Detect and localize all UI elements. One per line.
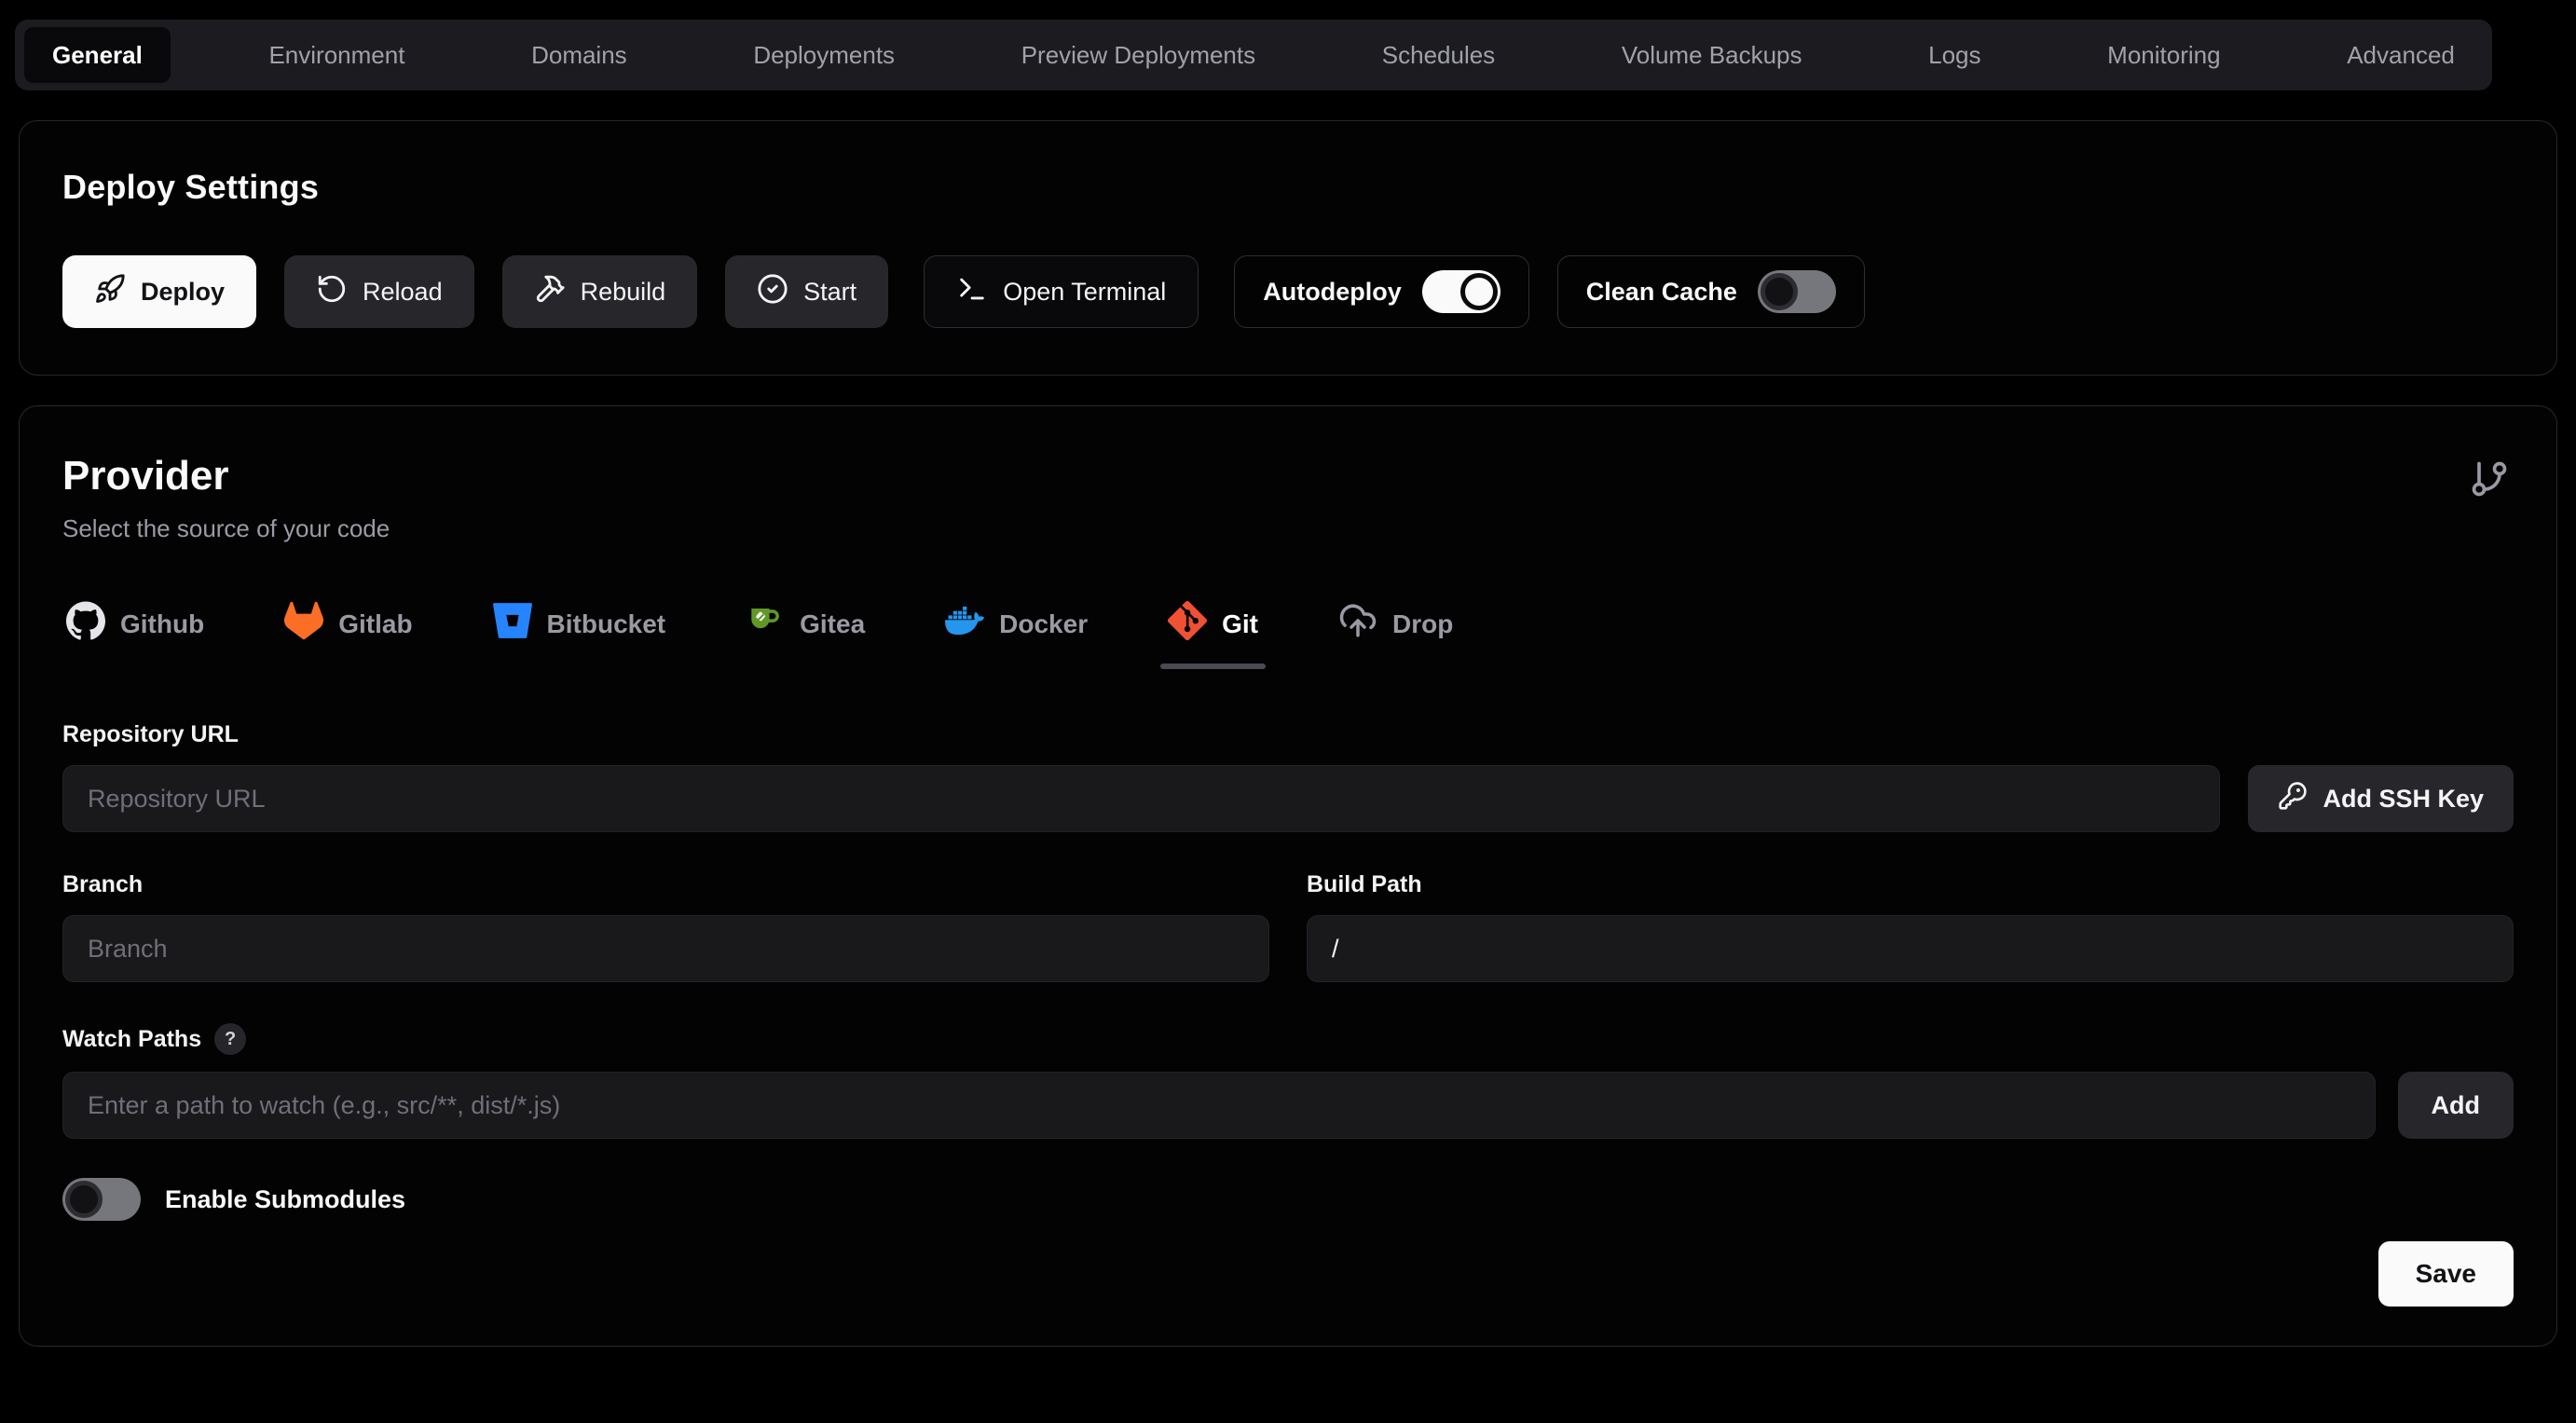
start-button[interactable]: Start — [725, 255, 888, 328]
tab-monitoring[interactable]: Monitoring — [2079, 27, 2248, 83]
tab-deployments[interactable]: Deployments — [725, 27, 923, 83]
provider-tab-github[interactable]: Github — [62, 601, 208, 669]
autodeploy-switch-knob — [1460, 273, 1498, 310]
provider-tab-docker[interactable]: Docker — [941, 601, 1091, 669]
provider-tab-git[interactable]: Git — [1164, 601, 1262, 669]
autodeploy-switch[interactable] — [1422, 270, 1500, 313]
repository-url-input[interactable] — [62, 765, 2220, 832]
autodeploy-label: Autodeploy — [1263, 278, 1402, 307]
provider-tab-git-label: Git — [1222, 609, 1258, 639]
provider-subtitle: Select the source of your code — [62, 514, 390, 543]
tab-volume-backups[interactable]: Volume Backups — [1594, 27, 1830, 83]
provider-tab-gitea-label: Gitea — [800, 609, 865, 639]
add-ssh-key-label: Add SSH Key — [2323, 785, 2484, 814]
refresh-icon — [316, 273, 348, 311]
start-button-label: Start — [803, 278, 856, 307]
tab-advanced[interactable]: Advanced — [2319, 27, 2483, 83]
enable-submodules-switch-knob — [65, 1181, 103, 1218]
watch-path-input[interactable] — [62, 1072, 2376, 1139]
provider-tab-bitbucket-label: Bitbucket — [547, 609, 666, 639]
tab-environment[interactable]: Environment — [240, 27, 432, 83]
rebuild-button[interactable]: Rebuild — [502, 255, 698, 328]
tab-general[interactable]: General — [24, 27, 171, 83]
git-branch-icon — [2469, 458, 2510, 504]
branch-label: Branch — [62, 871, 1269, 898]
enable-submodules-control: Enable Submodules — [62, 1178, 2514, 1221]
build-path-field: Build Path — [1307, 871, 2514, 982]
provider-tab-drop[interactable]: Drop — [1335, 601, 1457, 669]
provider-tab-gitlab-label: Gitlab — [338, 609, 412, 639]
hammer-icon — [534, 273, 566, 311]
github-icon — [66, 601, 105, 647]
provider-card: Provider Select the source of your code … — [19, 405, 2557, 1347]
provider-tab-docker-label: Docker — [999, 609, 1088, 639]
help-icon[interactable]: ? — [214, 1023, 246, 1055]
deploy-button[interactable]: Deploy — [62, 255, 256, 328]
tab-domains[interactable]: Domains — [503, 27, 655, 83]
provider-heading-group: Provider Select the source of your code — [62, 453, 390, 543]
reload-button[interactable]: Reload — [284, 255, 474, 328]
enable-submodules-label: Enable Submodules — [165, 1185, 405, 1214]
key-icon — [2278, 781, 2308, 817]
open-terminal-button[interactable]: Open Terminal — [924, 255, 1199, 328]
provider-header: Provider Select the source of your code — [62, 453, 2514, 543]
repository-url-row: Add SSH Key — [62, 765, 2514, 832]
clean-cache-label: Clean Cache — [1586, 278, 1737, 307]
circle-check-icon — [757, 273, 788, 311]
bitbucket-icon — [493, 601, 532, 647]
save-button[interactable]: Save — [2378, 1241, 2514, 1307]
branch-field: Branch — [62, 871, 1269, 982]
tab-preview-deployments[interactable]: Preview Deployments — [993, 27, 1283, 83]
provider-tab-gitea[interactable]: Gitea — [742, 601, 869, 669]
open-terminal-button-label: Open Terminal — [1003, 278, 1166, 307]
rebuild-button-label: Rebuild — [581, 278, 666, 307]
terminal-icon — [956, 273, 988, 311]
deploy-settings-card: Deploy Settings Deploy Reload Rebuild St… — [19, 120, 2557, 376]
watch-paths-label-row: Watch Paths ? — [62, 1023, 2514, 1055]
build-path-label: Build Path — [1307, 871, 2514, 898]
repository-url-field: Repository URL Add SSH Key — [62, 721, 2514, 832]
provider-title: Provider — [62, 453, 390, 499]
provider-tab-gitlab[interactable]: Gitlab — [281, 601, 416, 669]
branch-input[interactable] — [62, 915, 1269, 982]
clean-cache-switch-knob — [1761, 273, 1798, 310]
autodeploy-control: Autodeploy — [1234, 255, 1529, 328]
tab-logs[interactable]: Logs — [1900, 27, 2008, 83]
add-watch-path-button[interactable]: Add — [2398, 1072, 2514, 1139]
deploy-button-label: Deploy — [141, 278, 225, 307]
rocket-icon — [94, 273, 126, 311]
settings-tab-bar: General Environment Domains Deployments … — [15, 20, 2492, 90]
gitea-icon — [746, 601, 785, 647]
watch-paths-field: Watch Paths ? Add — [62, 1023, 2514, 1139]
gitlab-icon — [284, 601, 323, 647]
clean-cache-control: Clean Cache — [1557, 255, 1865, 328]
repository-url-label: Repository URL — [62, 721, 2514, 748]
watch-paths-label: Watch Paths — [62, 1026, 201, 1053]
provider-tab-bitbucket[interactable]: Bitbucket — [489, 601, 670, 669]
deploy-actions-row: Deploy Reload Rebuild Start Open Termina… — [62, 255, 2514, 328]
provider-tab-drop-label: Drop — [1392, 609, 1453, 639]
cloud-upload-icon — [1338, 601, 1377, 647]
save-row: Save — [62, 1241, 2514, 1307]
clean-cache-switch[interactable] — [1758, 270, 1836, 313]
deploy-settings-title: Deploy Settings — [62, 168, 2514, 207]
provider-tabs: Github Gitlab Bitbucket Gitea Docker Git… — [62, 601, 2514, 669]
branch-buildpath-row: Branch Build Path — [62, 871, 2514, 982]
provider-tab-github-label: Github — [120, 609, 204, 639]
add-ssh-key-button[interactable]: Add SSH Key — [2248, 765, 2514, 832]
tab-schedules[interactable]: Schedules — [1354, 27, 1523, 83]
build-path-input[interactable] — [1307, 915, 2514, 982]
git-icon — [1168, 601, 1207, 647]
docker-icon — [945, 601, 984, 647]
watch-paths-row: Add — [62, 1072, 2514, 1139]
reload-button-label: Reload — [363, 278, 443, 307]
enable-submodules-switch[interactable] — [62, 1178, 141, 1221]
